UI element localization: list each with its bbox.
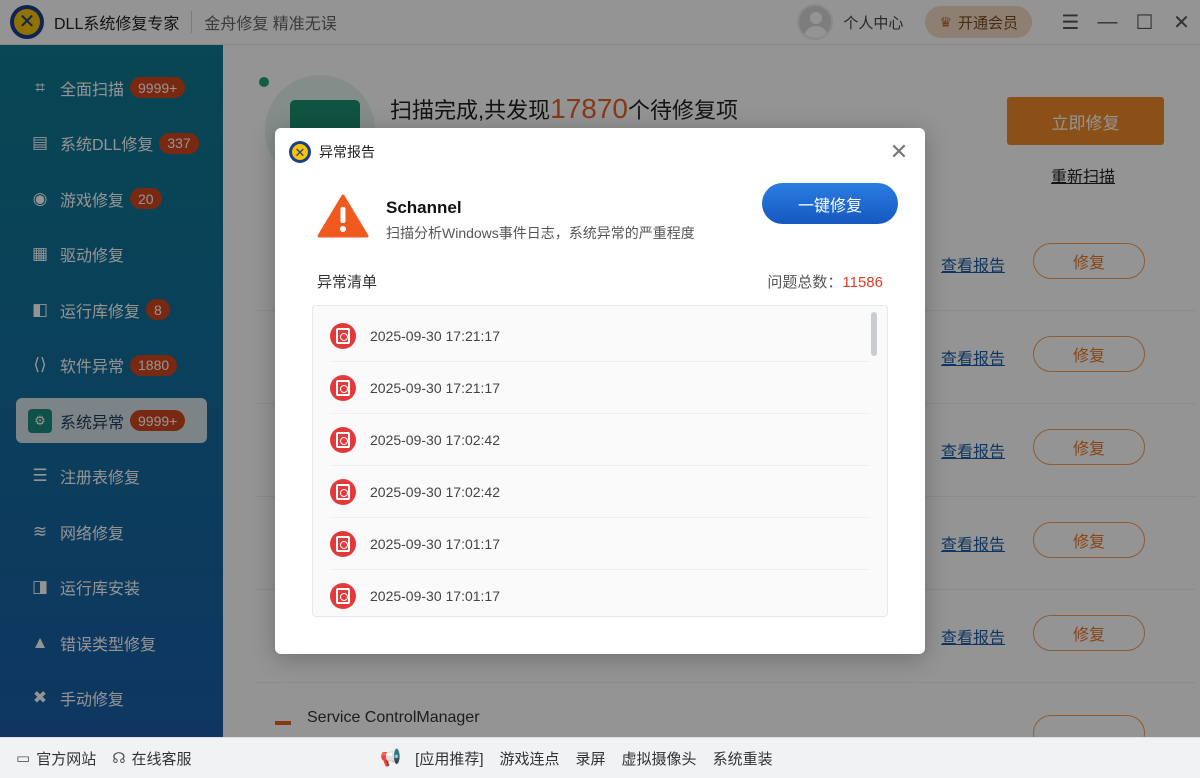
online-service-link[interactable]: ☊ 在线客服	[112, 748, 191, 769]
list-item[interactable]: 2025-09-30 17:21:17	[330, 362, 870, 414]
disk-error-icon	[330, 322, 356, 349]
event-timestamp: 2025-09-30 17:02:42	[370, 431, 500, 448]
total-count: 问题总数：11586	[767, 274, 883, 291]
total-count-value: 11586	[842, 274, 883, 291]
headset-icon: ☊	[112, 750, 126, 767]
promo-link-3[interactable]: 虚拟摄像头	[622, 748, 697, 769]
exception-description: 扫描分析Windows事件日志，系统异常的严重程度	[386, 225, 695, 241]
event-timestamp: 2025-09-30 17:21:17	[370, 379, 500, 396]
close-icon[interactable]: ✕	[887, 139, 911, 164]
promo-link-4[interactable]: 系统重装	[713, 748, 773, 769]
event-timestamp: 2025-09-30 17:02:42	[370, 483, 500, 500]
disk-error-icon	[330, 478, 356, 505]
monitor-icon: ▭	[16, 750, 31, 767]
exception-list-title: 异常清单	[317, 274, 378, 291]
dialog-header: ✕ 异常报告 ✕	[275, 128, 925, 176]
megaphone-icon: 📢	[380, 748, 402, 767]
dialog-title: 异常报告	[319, 144, 375, 160]
list-item[interactable]: 2025-09-30 17:01:17	[330, 518, 870, 570]
promo-link-2[interactable]: 录屏	[576, 748, 606, 769]
exception-source-name: Schannel	[386, 198, 462, 217]
event-timestamp: 2025-09-30 17:01:17	[370, 587, 500, 604]
promo-links: 📢 [应用推荐] 游戏连点 录屏 虚拟摄像头 系统重装	[380, 748, 789, 769]
promo-link-1[interactable]: 游戏连点	[500, 748, 560, 769]
disk-error-icon	[330, 582, 356, 609]
event-timestamp: 2025-09-30 17:21:17	[370, 327, 500, 344]
status-bar: ▭ 官方网站 ☊ 在线客服 📢 [应用推荐] 游戏连点 录屏 虚拟摄像头 系统重装	[0, 737, 1200, 778]
list-item[interactable]: 2025-09-30 17:02:42	[330, 466, 870, 518]
list-item[interactable]: 2025-09-30 17:21:17	[330, 310, 870, 362]
event-timestamp: 2025-09-30 17:01:17	[370, 535, 500, 552]
exception-report-dialog: ✕ 异常报告 ✕ Schannel 扫描分析Windows事件日志，系统异常的严…	[275, 128, 925, 654]
disk-error-icon	[330, 374, 356, 401]
exception-list[interactable]: 2025-09-30 17:21:17 2025-09-30 17:21:17 20…	[312, 305, 888, 617]
scrollbar[interactable]	[871, 312, 877, 356]
list-item[interactable]: 2025-09-30 17:01:17	[330, 570, 870, 616]
disk-error-icon	[330, 530, 356, 557]
disk-error-icon	[330, 426, 356, 453]
app-logo-small: ✕	[289, 141, 311, 163]
promo-link-0[interactable]: [应用推荐]	[415, 748, 483, 769]
one-key-fix-button[interactable]: 一键修复	[762, 183, 898, 224]
list-item[interactable]: 2025-09-30 17:02:42	[330, 414, 870, 466]
official-site-link[interactable]: ▭ 官方网站	[16, 748, 96, 769]
warning-triangle-icon	[317, 194, 369, 238]
